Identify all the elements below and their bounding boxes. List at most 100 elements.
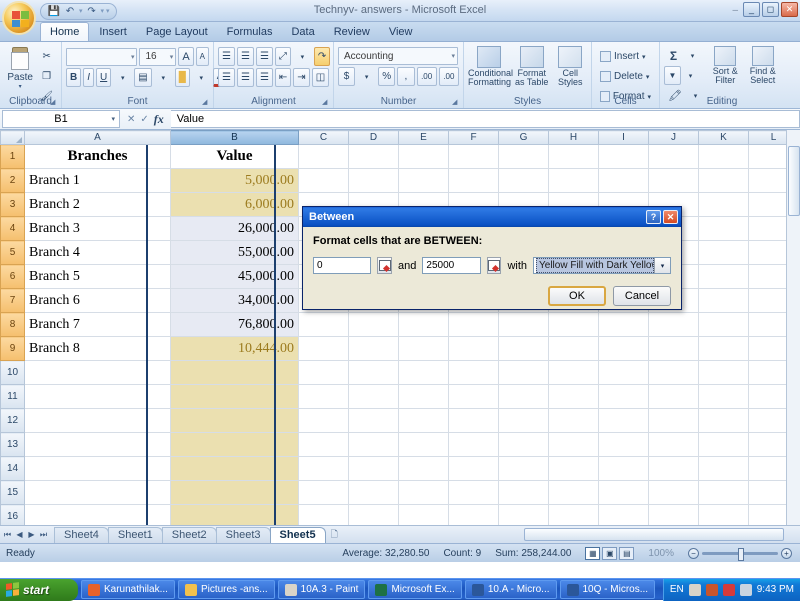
cell-c10[interactable] (298, 360, 349, 385)
tab-insert[interactable]: Insert (90, 23, 136, 41)
cancel-button[interactable]: Cancel (613, 286, 671, 306)
shrink-font-icon[interactable]: A (195, 47, 209, 66)
cell-e12[interactable] (398, 408, 449, 433)
antivirus-tray-icon[interactable] (722, 583, 735, 596)
cell-f12[interactable] (448, 408, 499, 433)
row-header-5[interactable]: 5 (0, 240, 25, 265)
fill-color-icon[interactable]: █ (174, 68, 190, 87)
prev-sheet-icon[interactable]: ◀ (14, 530, 25, 540)
cell-k16[interactable] (698, 504, 749, 525)
cell-c11[interactable] (298, 384, 349, 409)
cell-h1[interactable] (548, 144, 599, 169)
delete-cells-button[interactable]: Delete ▾ (596, 67, 655, 86)
column-header-c[interactable]: C (298, 130, 349, 145)
cell-k1[interactable] (698, 144, 749, 169)
cell-b4[interactable]: 26,000.00 (170, 216, 299, 241)
row-header-10[interactable]: 10 (0, 360, 25, 385)
cell-a8[interactable]: Branch 7 (24, 312, 171, 337)
align-left-icon[interactable]: ☰ (218, 68, 235, 87)
clipboard-dialog-launcher-icon[interactable]: ◢ (50, 98, 58, 106)
cell-d12[interactable] (348, 408, 399, 433)
cell-i16[interactable] (598, 504, 649, 525)
comma-style-icon[interactable]: , (397, 67, 415, 86)
cell-j16[interactable] (648, 504, 699, 525)
cell-e9[interactable] (398, 336, 449, 361)
orientation-dropdown-icon[interactable]: ▾ (293, 47, 312, 66)
cell-b8[interactable]: 76,800.00 (170, 312, 299, 337)
cell-e13[interactable] (398, 432, 449, 457)
fill-dropdown-icon[interactable]: ▾ (681, 66, 700, 85)
cell-g10[interactable] (498, 360, 549, 385)
tab-view[interactable]: View (380, 23, 422, 41)
cell-b1[interactable]: Value (170, 144, 299, 169)
cell-b7[interactable]: 34,000.00 (170, 288, 299, 313)
column-header-k[interactable]: K (698, 130, 749, 145)
row-header-9[interactable]: 9 (0, 336, 25, 361)
format-as-table-button[interactable]: Format as Table (512, 46, 551, 87)
cell-h8[interactable] (548, 312, 599, 337)
taskbar-item-word-10q[interactable]: 10Q - Micros... (559, 580, 656, 599)
cell-e10[interactable] (398, 360, 449, 385)
cell-b11[interactable] (170, 384, 299, 409)
cell-i15[interactable] (598, 480, 649, 505)
cell-e8[interactable] (398, 312, 449, 337)
sheet-tab-sheet3[interactable]: Sheet3 (215, 526, 271, 543)
min-value-input[interactable]: 0 (313, 257, 372, 274)
increase-decimal-icon[interactable]: .00 (416, 67, 437, 86)
paste-dropdown-icon[interactable]: ▾ (19, 83, 22, 90)
cell-a3[interactable]: Branch 2 (24, 192, 171, 217)
zoom-out-button[interactable]: − (688, 547, 699, 559)
cell-b9[interactable]: 10,444.00 (170, 336, 299, 361)
cell-a16[interactable] (24, 504, 171, 525)
cell-i1[interactable] (598, 144, 649, 169)
column-header-h[interactable]: H (548, 130, 599, 145)
dialog-help-icon[interactable]: ? (646, 210, 661, 224)
cell-h15[interactable] (548, 480, 599, 505)
cell-i9[interactable] (598, 336, 649, 361)
sheet-tab-sheet1[interactable]: Sheet1 (107, 526, 163, 543)
redo-icon[interactable]: ↷ (85, 5, 99, 18)
cell-k5[interactable] (698, 240, 749, 265)
autosum-icon[interactable]: Σ (664, 46, 683, 65)
cell-f2[interactable] (448, 168, 499, 193)
customize-qat-icon[interactable]: ▾ (106, 7, 110, 15)
orientation-icon[interactable]: ⤢ (274, 47, 291, 66)
cell-k11[interactable] (698, 384, 749, 409)
cell-b13[interactable] (170, 432, 299, 457)
cell-h12[interactable] (548, 408, 599, 433)
cell-d15[interactable] (348, 480, 399, 505)
enter-formula-icon[interactable]: ✓ (140, 114, 148, 125)
cell-b16[interactable] (170, 504, 299, 525)
cell-k7[interactable] (698, 288, 749, 313)
column-header-f[interactable]: F (448, 130, 499, 145)
vertical-scrollbar-thumb[interactable] (787, 146, 800, 216)
next-sheet-icon[interactable]: ▶ (26, 530, 37, 540)
cell-g13[interactable] (498, 432, 549, 457)
cell-h9[interactable] (548, 336, 599, 361)
restore-button[interactable]: ◻ (762, 2, 779, 17)
zoom-slider-track[interactable] (702, 547, 778, 561)
delete-dropdown-icon[interactable]: ▾ (646, 73, 650, 81)
cell-i14[interactable] (598, 456, 649, 481)
cell-d8[interactable] (348, 312, 399, 337)
first-sheet-icon[interactable]: ⏮ (2, 530, 13, 540)
row-header-8[interactable]: 8 (0, 312, 25, 337)
fill-icon[interactable]: ▼ (664, 66, 681, 85)
percent-style-icon[interactable]: % (378, 67, 396, 86)
row-header-14[interactable]: 14 (0, 456, 25, 481)
column-header-e[interactable]: E (398, 130, 449, 145)
cell-f14[interactable] (448, 456, 499, 481)
cut-icon[interactable]: ✂ (36, 47, 57, 66)
cell-k2[interactable] (698, 168, 749, 193)
cell-d13[interactable] (348, 432, 399, 457)
taskbar-item-paint[interactable]: 10A.3 - Paint (277, 580, 366, 599)
cell-f9[interactable] (448, 336, 499, 361)
column-header-g[interactable]: G (498, 130, 549, 145)
cell-b2[interactable]: 5,000.00 (170, 168, 299, 193)
start-button[interactable]: start (0, 578, 78, 601)
horizontal-scrollbar[interactable] (524, 528, 784, 541)
cell-e1[interactable] (398, 144, 449, 169)
cell-g16[interactable] (498, 504, 549, 525)
cell-a6[interactable]: Branch 5 (24, 264, 171, 289)
cell-h2[interactable] (548, 168, 599, 193)
